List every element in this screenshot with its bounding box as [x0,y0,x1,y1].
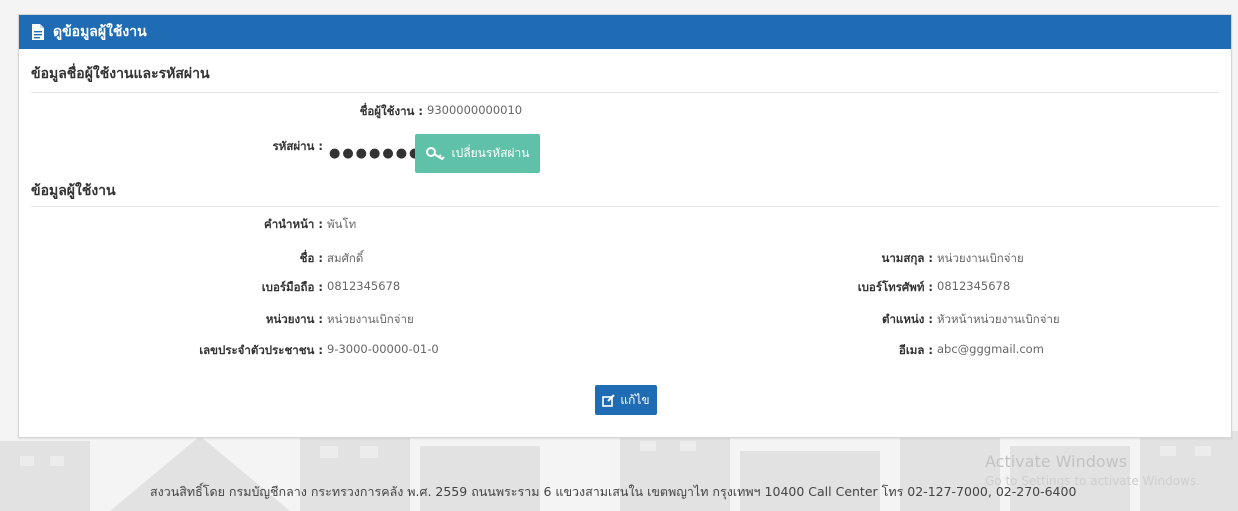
firstname-value: สมศักดิ์ [327,251,364,265]
user-info-panel: ดูข้อมูลผู้ใช้งาน ข้อมูลชื่อผู้ใช้งานและ… [18,14,1232,438]
mobile-label: เบอร์มือถือ : [261,280,323,294]
edit-button[interactable]: แก้ไข [595,385,657,415]
email-value: abc@gggmail.com [937,342,1044,356]
password-label: รหัสผ่าน : [272,139,323,153]
document-icon [32,24,44,40]
key-icon [425,146,445,160]
title-value: พันโท [327,217,357,231]
phone-value: 0812345678 [937,279,1011,293]
phone-label: เบอร์โทรศัพท์ : [857,280,933,294]
panel-title: ดูข้อมูลผู้ใช้งาน [53,24,147,40]
divider [31,92,1219,93]
lastname-value: หน่วยงานเบิกจ่าย [937,251,1024,265]
username-value: 9300000000010 [427,103,523,117]
lastname-label: นามสกุล : [881,251,933,265]
user-section-title: ข้อมูลผู้ใช้งาน [31,183,116,199]
change-password-button[interactable]: เปลี่ยนรหัสผ่าน [415,134,540,173]
username-label: ชื่อผู้ใช้งาน : [359,104,423,118]
mobile-value: 0812345678 [327,279,401,293]
email-label: อีเมล : [898,343,933,357]
account-section-title: ข้อมูลชื่อผู้ใช้งานและรหัสผ่าน [31,66,210,82]
agency-label: หน่วยงาน : [265,312,323,326]
panel-header: ดูข้อมูลผู้ใช้งาน [19,15,1231,49]
position-label: ตำแหน่ง : [882,312,933,326]
firstname-label: ชื่อ : [299,251,323,265]
footer-text: สงวนสิทธิ์โดย กรมบัญชีกลาง กระทรวงการคลั… [150,484,1077,499]
agency-value: หน่วยงานเบิกจ่าย [327,312,414,326]
citizen-id-label: เลขประจำตัวประชาชน : [199,343,323,357]
position-value: หัวหน้าหน่วยงานเบิกจ่าย [937,312,1060,326]
windows-activation-watermark: Activate Windows [985,452,1128,471]
title-label: คำนำหน้า : [264,217,323,231]
edit-icon [602,393,616,407]
citizen-id-value: 9-3000-00000-01-0 [327,342,439,356]
divider [31,206,1219,207]
edit-label: แก้ไข [620,392,650,407]
change-password-label: เปลี่ยนรหัสผ่าน [451,146,530,160]
